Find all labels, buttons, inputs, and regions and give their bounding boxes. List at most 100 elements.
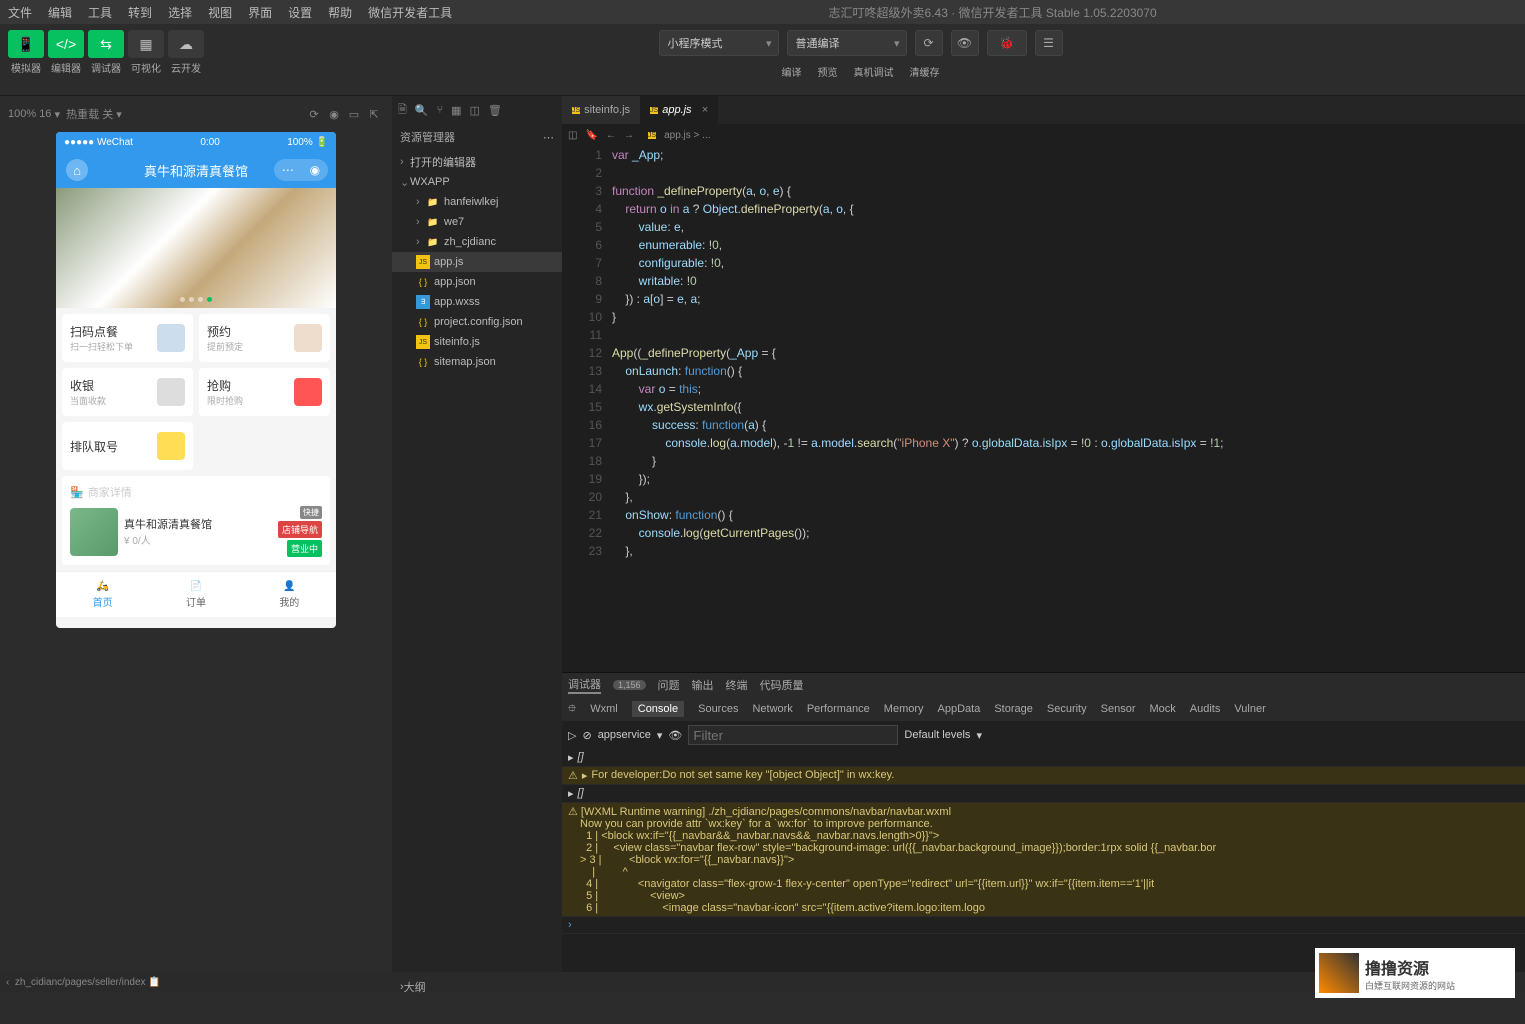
close-icon[interactable]: × — [702, 104, 708, 116]
forward-icon[interactable]: → — [624, 130, 634, 141]
tab[interactable]: JSsiteinfo.js — [562, 96, 640, 124]
menu-item[interactable]: 帮助 — [320, 4, 360, 21]
more-icon[interactable]: ⋯ — [543, 131, 554, 144]
shop-detail[interactable]: 🏪商家详情 真牛和源清真餐馆¥ 0/人 快捷 店铺导航 营业中 — [62, 476, 330, 565]
home-icon[interactable]: ⌂ — [66, 159, 88, 181]
device-icon[interactable]: ▭ — [344, 108, 364, 121]
eye-button[interactable]: 👁 — [951, 30, 979, 56]
devtools-subtab[interactable]: Security — [1047, 703, 1087, 715]
ext-icon[interactable]: ◫ — [470, 104, 480, 117]
devtools-subtab[interactable]: Mock — [1149, 703, 1175, 715]
banner[interactable] — [56, 188, 336, 308]
debugger-button[interactable]: ⇆ — [88, 30, 124, 58]
devtools-tab[interactable]: 代码质量 — [760, 677, 804, 693]
card-cashier[interactable]: 收银当面收款 — [62, 368, 193, 416]
hot-reload[interactable]: 热重载 关 — [66, 106, 113, 122]
tree-node[interactable]: { }project.config.json — [392, 312, 562, 332]
inspect-icon[interactable]: ⯐ — [568, 700, 576, 719]
menu-item[interactable]: 编辑 — [40, 4, 80, 21]
label: 可视化 — [131, 60, 161, 75]
grid-icon[interactable]: ▦ — [451, 104, 461, 117]
devtools-subtab[interactable]: Sources — [698, 703, 738, 715]
label: 编译 — [782, 64, 802, 79]
menu-item[interactable]: 文件 — [0, 4, 40, 21]
menu-item[interactable]: 设置 — [280, 4, 320, 21]
menu-item[interactable]: 视图 — [200, 4, 240, 21]
card-reserve[interactable]: 预约提前预定 — [199, 314, 330, 362]
split-icon[interactable]: ◫ — [568, 130, 577, 141]
files-icon[interactable]: 🗎 — [398, 101, 407, 120]
menu-item[interactable]: 微信开发者工具 — [360, 4, 460, 21]
menu-item[interactable]: 界面 — [240, 4, 280, 21]
back-icon[interactable]: ← — [606, 130, 616, 141]
zoom-select[interactable]: 100% 16 — [8, 108, 51, 120]
play-icon[interactable]: ▷ — [568, 729, 576, 742]
branch-icon[interactable]: ⑂ — [437, 104, 444, 116]
card-scan[interactable]: 扫码点餐扫一扫轻松下单 — [62, 314, 193, 362]
code-editor[interactable]: 1234567891011121314151617181920212223 va… — [562, 146, 1525, 672]
filter-input[interactable] — [688, 725, 898, 745]
devtools-subtab[interactable]: Network — [752, 703, 792, 715]
tree-node[interactable]: { }sitemap.json — [392, 352, 562, 372]
devtools-tab[interactable]: 问题 — [658, 677, 680, 693]
clear-icon[interactable]: ⊘ — [582, 729, 591, 742]
devtools-tab[interactable]: 输出 — [692, 677, 714, 693]
devtools-tab[interactable]: 调试器 — [568, 676, 601, 694]
tree-root[interactable]: ⌄WXAPP — [392, 172, 562, 192]
nav-order[interactable]: 📄订单 — [149, 572, 242, 617]
outline-title[interactable]: 大纲 — [404, 979, 426, 995]
mode-select[interactable]: 小程序模式 — [659, 30, 779, 56]
devtools-subtab[interactable]: Console — [632, 701, 684, 717]
menu-item[interactable]: 转到 — [120, 4, 160, 21]
bookmark-icon[interactable]: 🔖 — [585, 130, 597, 141]
tree-node[interactable]: { }app.json — [392, 272, 562, 292]
tree-node[interactable]: ›📁zh_cjdianc — [392, 232, 562, 252]
card-queue[interactable]: 排队取号 — [62, 422, 193, 470]
cloud-button[interactable]: ☁ — [168, 30, 204, 58]
capsule-button[interactable]: ⋯◉ — [274, 159, 328, 181]
refresh-button[interactable]: ⟳ — [915, 30, 943, 56]
layers-button[interactable]: ☰ — [1035, 30, 1063, 56]
levels-select[interactable]: Default levels — [904, 729, 970, 741]
context-select[interactable]: appservice — [598, 729, 651, 741]
devtools-subtab[interactable]: Audits — [1190, 703, 1221, 715]
devtools-subtab[interactable]: Sensor — [1101, 703, 1136, 715]
console-output[interactable]: ▸[] ⚠▸For developer:Do not set same key … — [562, 749, 1525, 972]
devtools-subtab[interactable]: Wxml — [590, 703, 618, 715]
record-icon[interactable]: ◉ — [324, 108, 344, 121]
menu-item[interactable]: 选择 — [160, 4, 200, 21]
devtools-subtab[interactable]: Performance — [807, 703, 870, 715]
devtools-subtab[interactable]: Vulner — [1234, 703, 1265, 715]
tree-node[interactable]: ›📁we7 — [392, 212, 562, 232]
tree-node[interactable]: ∃app.wxss — [392, 292, 562, 312]
shop-thumb — [70, 508, 118, 556]
phone-tabbar: 🛵首页 📄订单 👤我的 — [56, 571, 336, 617]
label: 清缓存 — [910, 64, 940, 79]
tree-node[interactable]: JSsiteinfo.js — [392, 332, 562, 352]
nav-home[interactable]: 🛵首页 — [56, 572, 149, 617]
bug-button[interactable]: 🐞 — [987, 30, 1027, 56]
issue-count: 1,156 — [613, 680, 646, 690]
editor-button[interactable]: </> — [48, 30, 84, 58]
search-icon[interactable]: 🔍 — [415, 104, 429, 117]
visual-button[interactable]: ▦ — [128, 30, 164, 58]
simulator-button[interactable]: 📱 — [8, 30, 44, 58]
devtools-subtab[interactable]: AppData — [938, 703, 981, 715]
menu-item[interactable]: 工具 — [80, 4, 120, 21]
tab[interactable]: JSapp.js× — [640, 96, 718, 124]
eye-icon[interactable]: 👁 — [668, 729, 682, 742]
devtools-subtab[interactable]: Storage — [994, 703, 1033, 715]
nav-mine[interactable]: 👤我的 — [243, 572, 336, 617]
breadcrumb[interactable]: app.js > ... — [664, 130, 710, 141]
tree-node[interactable]: JSapp.js — [392, 252, 562, 272]
trash-icon[interactable]: 🗑 — [488, 104, 502, 117]
expand-icon[interactable]: ⇱ — [364, 108, 384, 121]
card-flash[interactable]: 抢购限时抢购 — [199, 368, 330, 416]
devtools-subtab[interactable]: Memory — [884, 703, 924, 715]
refresh-icon[interactable]: ⟳ — [304, 108, 324, 121]
devtools-tab[interactable]: 终端 — [726, 677, 748, 693]
compile-select[interactable]: 普通编译 — [787, 30, 907, 56]
watermark-logo — [1319, 953, 1359, 993]
tree-open-editors[interactable]: ›打开的编辑器 — [392, 152, 562, 172]
tree-node[interactable]: ›📁hanfeiwlkej — [392, 192, 562, 212]
